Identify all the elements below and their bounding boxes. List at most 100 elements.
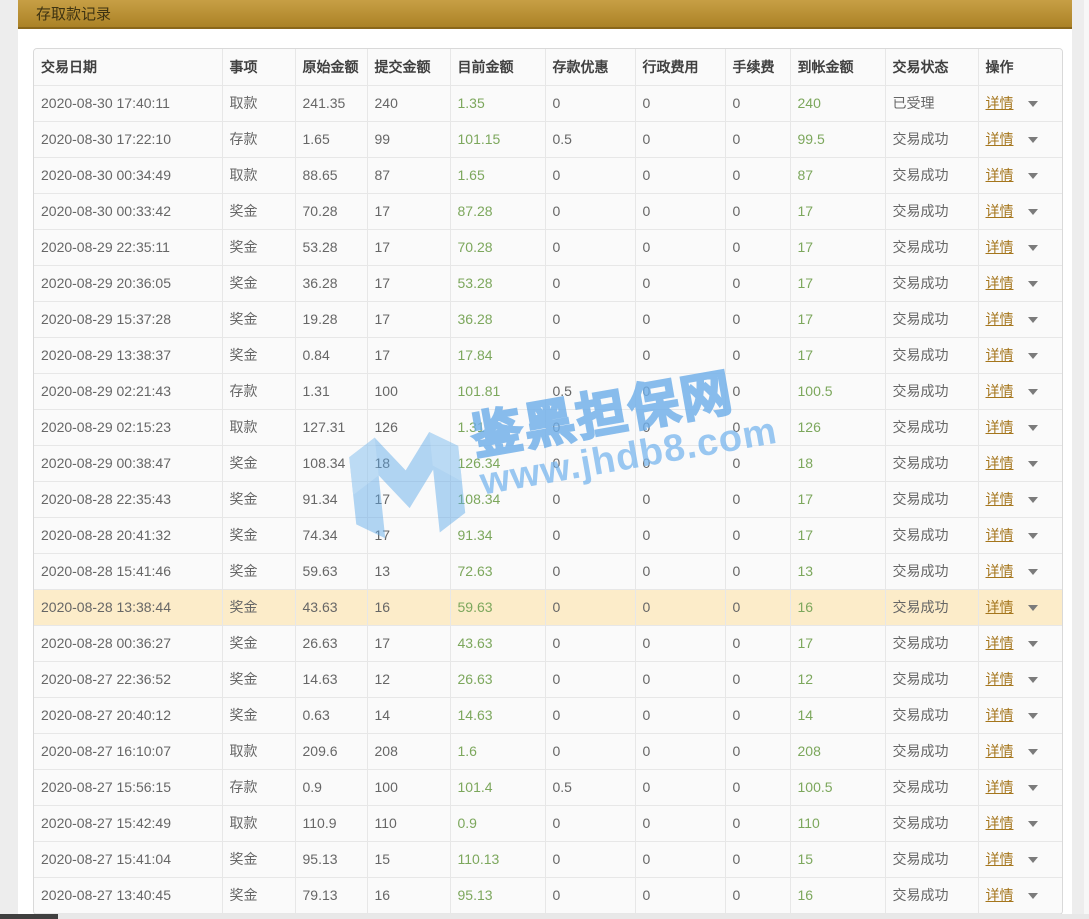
detail-link[interactable]: 详情 (986, 527, 1014, 543)
cell-date: 2020-08-29 00:38:47 (34, 445, 222, 481)
chevron-down-icon[interactable] (1028, 137, 1038, 143)
chevron-down-icon[interactable] (1028, 641, 1038, 647)
cell-deposit-bonus: 0 (545, 589, 635, 625)
cell-credited-amount: 17 (790, 193, 885, 229)
detail-link[interactable]: 详情 (986, 599, 1014, 615)
cell-credited-amount: 87 (790, 157, 885, 193)
cell-submitted-amount: 208 (367, 733, 450, 769)
detail-link[interactable]: 详情 (986, 203, 1014, 219)
detail-link[interactable]: 详情 (986, 815, 1014, 831)
cell-action: 详情 (978, 229, 1062, 265)
horizontal-scrollbar[interactable] (0, 914, 1089, 919)
chevron-down-icon[interactable] (1028, 857, 1038, 863)
chevron-down-icon[interactable] (1028, 101, 1038, 107)
detail-link[interactable]: 详情 (986, 671, 1014, 687)
records-panel: 存取款记录 交易日期事项原始金额提交金额目前金额存款优惠行政费用手续费到帐金额交… (18, 0, 1072, 919)
chevron-down-icon[interactable] (1028, 605, 1038, 611)
detail-link[interactable]: 详情 (986, 167, 1014, 183)
cell-date: 2020-08-28 20:41:32 (34, 517, 222, 553)
detail-link[interactable]: 详情 (986, 455, 1014, 471)
cell-action: 详情 (978, 733, 1062, 769)
detail-link[interactable]: 详情 (986, 239, 1014, 255)
chevron-down-icon[interactable] (1028, 389, 1038, 395)
cell-original-amount: 108.34 (295, 445, 367, 481)
cell-action: 详情 (978, 301, 1062, 337)
detail-link[interactable]: 详情 (986, 95, 1014, 111)
detail-link[interactable]: 详情 (986, 563, 1014, 579)
detail-link[interactable]: 详情 (986, 275, 1014, 291)
table-row: 2020-08-27 22:36:52 奖金 14.63 12 26.63 0 … (34, 661, 1062, 697)
chevron-down-icon[interactable] (1028, 245, 1038, 251)
chevron-down-icon[interactable] (1028, 569, 1038, 575)
table-row: 2020-08-29 00:38:47 奖金 108.34 18 126.34 … (34, 445, 1062, 481)
cell-current-amount: 1.31 (450, 409, 545, 445)
cell-action: 详情 (978, 805, 1062, 841)
cell-status: 交易成功 (885, 193, 978, 229)
cell-submitted-amount: 240 (367, 85, 450, 121)
panel-title: 存取款记录 (36, 6, 111, 23)
horizontal-scrollbar-thumb[interactable] (0, 914, 58, 919)
cell-date: 2020-08-30 00:34:49 (34, 157, 222, 193)
detail-link[interactable]: 详情 (986, 347, 1014, 363)
cell-status: 交易成功 (885, 589, 978, 625)
chevron-down-icon[interactable] (1028, 785, 1038, 791)
cell-fee: 0 (725, 85, 790, 121)
chevron-down-icon[interactable] (1028, 281, 1038, 287)
chevron-down-icon[interactable] (1028, 713, 1038, 719)
cell-fee: 0 (725, 841, 790, 877)
chevron-down-icon[interactable] (1028, 353, 1038, 359)
detail-link[interactable]: 详情 (986, 311, 1014, 327)
cell-current-amount: 17.84 (450, 337, 545, 373)
detail-link[interactable]: 详情 (986, 419, 1014, 435)
cell-fee: 0 (725, 229, 790, 265)
cell-original-amount: 127.31 (295, 409, 367, 445)
chevron-down-icon[interactable] (1028, 497, 1038, 503)
detail-link[interactable]: 详情 (986, 887, 1014, 903)
cell-item: 奖金 (222, 301, 295, 337)
chevron-down-icon[interactable] (1028, 425, 1038, 431)
cell-date: 2020-08-27 15:56:15 (34, 769, 222, 805)
cell-deposit-bonus: 0 (545, 517, 635, 553)
chevron-down-icon[interactable] (1028, 461, 1038, 467)
cell-fee: 0 (725, 661, 790, 697)
cell-fee: 0 (725, 157, 790, 193)
cell-admin-fee: 0 (635, 841, 725, 877)
chevron-down-icon[interactable] (1028, 749, 1038, 755)
chevron-down-icon[interactable] (1028, 317, 1038, 323)
detail-link[interactable]: 详情 (986, 383, 1014, 399)
detail-link[interactable]: 详情 (986, 491, 1014, 507)
cell-current-amount: 26.63 (450, 661, 545, 697)
cell-submitted-amount: 12 (367, 661, 450, 697)
detail-link[interactable]: 详情 (986, 131, 1014, 147)
cell-submitted-amount: 99 (367, 121, 450, 157)
cell-action: 详情 (978, 481, 1062, 517)
cell-credited-amount: 15 (790, 841, 885, 877)
cell-submitted-amount: 17 (367, 193, 450, 229)
cell-admin-fee: 0 (635, 193, 725, 229)
chevron-down-icon[interactable] (1028, 533, 1038, 539)
cell-current-amount: 101.4 (450, 769, 545, 805)
cell-original-amount: 0.9 (295, 769, 367, 805)
records-table: 交易日期事项原始金额提交金额目前金额存款优惠行政费用手续费到帐金额交易状态操作 … (34, 49, 1062, 914)
cell-submitted-amount: 14 (367, 697, 450, 733)
column-header-admin_fee: 行政费用 (635, 49, 725, 85)
cell-status: 交易成功 (885, 661, 978, 697)
vertical-scrollbar[interactable] (1084, 0, 1089, 919)
detail-link[interactable]: 详情 (986, 851, 1014, 867)
detail-link[interactable]: 详情 (986, 779, 1014, 795)
cell-fee: 0 (725, 697, 790, 733)
chevron-down-icon[interactable] (1028, 893, 1038, 899)
cell-admin-fee: 0 (635, 121, 725, 157)
detail-link[interactable]: 详情 (986, 707, 1014, 723)
cell-fee: 0 (725, 877, 790, 913)
cell-item: 取款 (222, 409, 295, 445)
table-row: 2020-08-29 15:37:28 奖金 19.28 17 36.28 0 … (34, 301, 1062, 337)
chevron-down-icon[interactable] (1028, 821, 1038, 827)
chevron-down-icon[interactable] (1028, 173, 1038, 179)
detail-link[interactable]: 详情 (986, 635, 1014, 651)
detail-link[interactable]: 详情 (986, 743, 1014, 759)
chevron-down-icon[interactable] (1028, 677, 1038, 683)
cell-status: 交易成功 (885, 157, 978, 193)
cell-item: 取款 (222, 733, 295, 769)
chevron-down-icon[interactable] (1028, 209, 1038, 215)
